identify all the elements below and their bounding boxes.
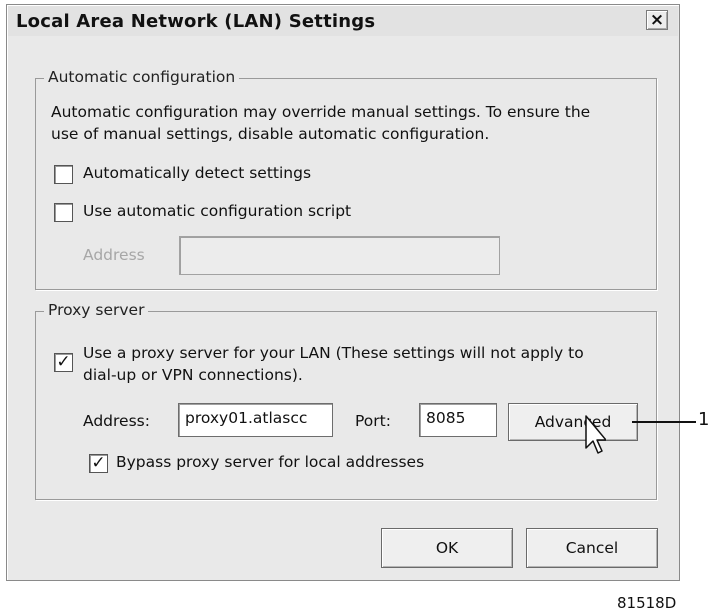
proxy-address-field[interactable]: proxy01.atlascc	[178, 403, 333, 437]
mouse-pointer-icon	[585, 415, 606, 454]
auto-config-description-line2: use of manual settings, disable automati…	[51, 125, 490, 143]
port-field[interactable]: 8085	[419, 403, 497, 437]
bypass-local-checkbox[interactable]: ✓	[89, 454, 108, 473]
automatic-configuration-legend: Automatic configuration	[44, 68, 240, 86]
advanced-button[interactable]: Advanced	[508, 403, 638, 441]
auto-config-script-label[interactable]: Use automatic configuration script	[83, 202, 351, 220]
proxy-address-label: Address:	[83, 412, 150, 430]
use-proxy-label-line2[interactable]: dial-up or VPN connections).	[83, 366, 303, 384]
callout-leader-line	[632, 421, 696, 423]
dialog-title: Local Area Network (LAN) Settings	[16, 11, 376, 32]
auto-detect-label[interactable]: Automatically detect settings	[83, 164, 311, 182]
lan-settings-dialog: Local Area Network (LAN) Settings × Auto…	[6, 4, 680, 581]
proxy-server-legend: Proxy server	[44, 301, 149, 319]
script-address-field[interactable]	[179, 236, 500, 275]
use-proxy-label-line1[interactable]: Use a proxy server for your LAN (These s…	[83, 344, 584, 362]
script-address-label: Address	[83, 246, 145, 264]
auto-detect-checkbox[interactable]	[54, 165, 73, 184]
title-bar[interactable]: Local Area Network (LAN) Settings ×	[8, 6, 678, 36]
checkmark-icon: ✓	[91, 453, 106, 473]
figure-code: 81518D	[617, 594, 677, 612]
auto-config-description-line1: Automatic configuration may override man…	[51, 103, 591, 121]
auto-config-script-checkbox[interactable]	[54, 203, 73, 222]
bypass-local-label[interactable]: Bypass proxy server for local addresses	[116, 453, 424, 471]
checkmark-icon: ✓	[56, 352, 71, 372]
port-label: Port:	[355, 412, 391, 430]
callout-number: 1	[698, 409, 710, 430]
ok-button[interactable]: OK	[381, 528, 513, 568]
close-icon[interactable]: ×	[646, 10, 668, 30]
cancel-button[interactable]: Cancel	[526, 528, 658, 568]
use-proxy-checkbox[interactable]: ✓	[54, 353, 73, 372]
